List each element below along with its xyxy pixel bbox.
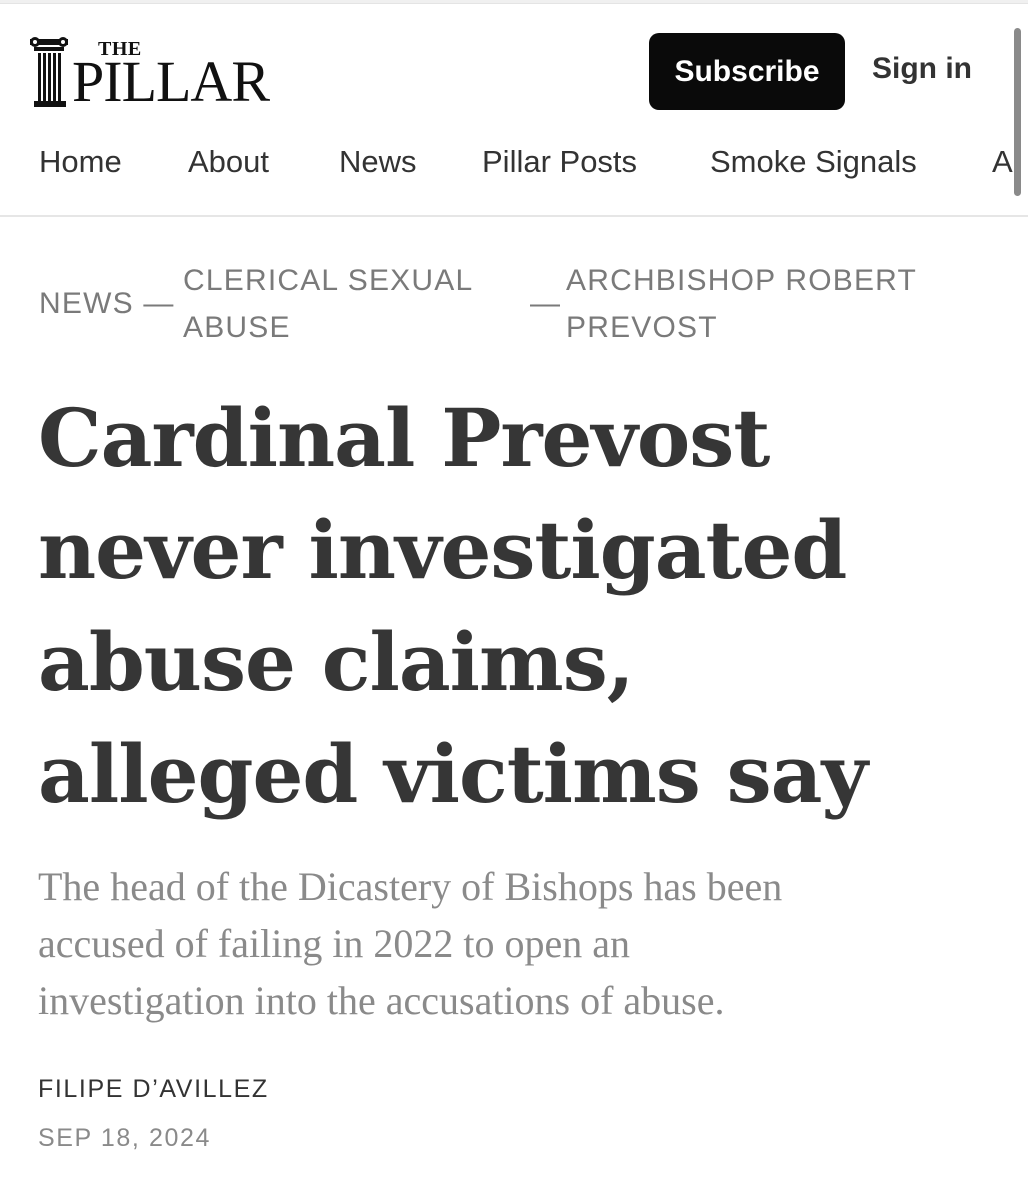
- breadcrumb-clerical-line2[interactable]: ABUSE: [183, 304, 291, 351]
- article-author[interactable]: FILIPE D’AVILLEZ: [38, 1075, 269, 1104]
- headline-line: Cardinal Prevost: [38, 391, 770, 485]
- breadcrumb-news[interactable]: NEWS —: [39, 280, 175, 327]
- pillar-column-icon: [30, 37, 68, 107]
- breadcrumb-archbishop-line2[interactable]: PREVOST: [566, 304, 718, 351]
- breadcrumb-archbishop-line1[interactable]: ARCHBISHOP ROBERT: [566, 257, 917, 304]
- nav-item-pillar-posts[interactable]: Pillar Posts: [482, 144, 637, 180]
- site-logo[interactable]: THE PILLAR: [30, 33, 290, 113]
- scrollbar-thumb[interactable]: [1014, 28, 1021, 196]
- main-nav: Home About News Pillar Posts Smoke Signa…: [0, 140, 1013, 190]
- breadcrumb-separator: —: [530, 287, 562, 320]
- subtitle-line: accused of failing in 2022 to open an: [38, 921, 631, 966]
- nav-item-news[interactable]: News: [339, 144, 417, 180]
- headline-line: alleged victims say: [38, 727, 868, 821]
- nav-item-smoke-signals[interactable]: Smoke Signals: [710, 144, 917, 180]
- breadcrumb-clerical-line1[interactable]: CLERICAL SEXUAL: [183, 257, 473, 304]
- logo-main-text: PILLAR: [72, 49, 270, 114]
- nav-divider: [0, 215, 1028, 217]
- subtitle-line: The head of the Dicastery of Bishops has…: [38, 864, 783, 909]
- nav-item-truncated[interactable]: A: [992, 144, 1013, 180]
- nav-item-home[interactable]: Home: [39, 144, 122, 180]
- top-rule: [0, 0, 1028, 4]
- nav-item-about[interactable]: About: [188, 144, 269, 180]
- subtitle-line: investigation into the accusations of ab…: [38, 978, 725, 1023]
- sign-in-link[interactable]: Sign in: [872, 52, 972, 86]
- headline-line: abuse claims,: [38, 615, 635, 709]
- subscribe-button[interactable]: Subscribe: [649, 33, 845, 110]
- article-date: SEP 18, 2024: [38, 1124, 212, 1152]
- article-subtitle: The head of the Dicastery of Bishops has…: [38, 858, 968, 1029]
- headline-line: never investigated: [38, 503, 847, 597]
- article-headline: Cardinal Prevost never investigated abus…: [38, 382, 998, 830]
